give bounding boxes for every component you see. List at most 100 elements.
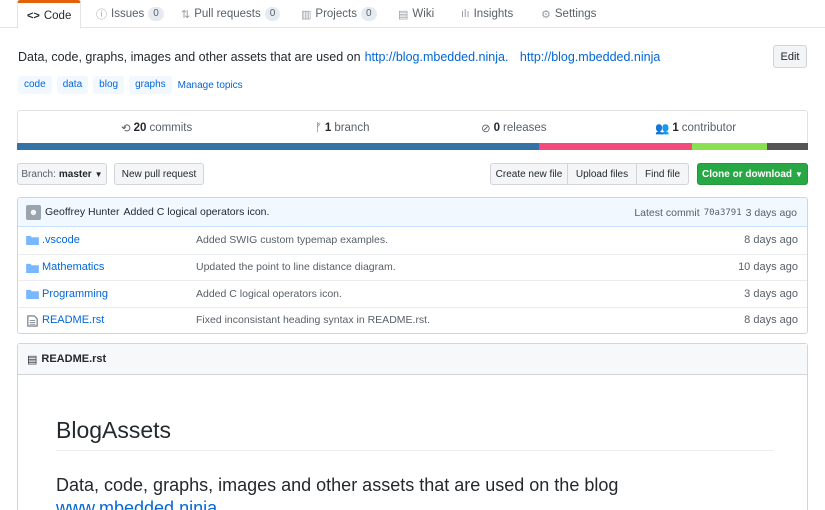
tab-settings[interactable]: ⚙ Settings: [541, 0, 596, 28]
releases-label: releases: [503, 121, 547, 134]
create-new-file-button[interactable]: Create new file: [490, 163, 568, 185]
folder-icon: [26, 235, 39, 245]
manage-topics-link[interactable]: Manage topics: [178, 80, 243, 91]
topic-tag[interactable]: code: [18, 76, 52, 94]
topics-list: code data blog graphs Manage topics: [18, 76, 243, 94]
branch-select-label: Branch:: [21, 168, 56, 180]
repo-nav-tabs: <> Code ⓘ Issues 0 ⇅ Pull requests 0 ▥ P…: [0, 0, 825, 29]
contributors-count: 1: [672, 121, 679, 134]
file-row: .vscode Added SWIG custom typemap example…: [18, 227, 807, 254]
counter-badge: 0: [264, 7, 281, 21]
tab-issues[interactable]: ⓘ Issues 0: [96, 0, 164, 28]
branch-select-button[interactable]: Branch: master ▼: [17, 163, 107, 185]
tab-label: Projects: [315, 8, 357, 20]
clone-label: Clone or download: [702, 168, 793, 180]
code-icon: <>: [27, 9, 40, 22]
tab-label: Issues: [111, 8, 145, 20]
commit-author[interactable]: Geoffrey Hunter: [45, 206, 120, 218]
file-row: Mathematics Updated the point to line dis…: [18, 253, 807, 281]
edit-button[interactable]: Edit: [773, 45, 807, 68]
commits-count: 20: [133, 121, 147, 134]
caret-down-icon: ▼: [94, 169, 103, 179]
issue-icon: ⓘ: [96, 9, 107, 21]
contributors-label: contributor: [681, 121, 737, 134]
description-link[interactable]: http://blog.mbedded.ninja.: [365, 50, 509, 64]
file-commit-message[interactable]: Fixed inconsistant heading syntax in REA…: [196, 314, 430, 326]
language-segment[interactable]: [17, 143, 540, 150]
book-icon: ▤: [398, 8, 409, 21]
graph-icon: ılı: [461, 8, 470, 20]
language-segment[interactable]: [539, 143, 692, 150]
tab-label: Pull requests: [194, 8, 261, 20]
commits-summary[interactable]: ⟲ 20 commits: [121, 111, 192, 144]
file-row: README.rst Fixed inconsistant heading syn…: [18, 306, 807, 334]
commit-sha[interactable]: 70a3791: [704, 208, 742, 218]
project-icon: ▥: [301, 8, 312, 21]
latest-commit-bar: ☻ Geoffrey Hunter Added C logical operat…: [18, 198, 807, 227]
tab-label: Code: [43, 9, 72, 22]
tab-label: Insights: [473, 8, 514, 20]
contributors-summary[interactable]: 👥 1 contributor: [655, 111, 736, 144]
topic-tag[interactable]: blog: [93, 76, 125, 94]
tag-icon: ⊘: [481, 122, 491, 135]
new-pull-request-button[interactable]: New pull request: [114, 163, 204, 185]
tab-insights[interactable]: ılı Insights: [461, 0, 513, 28]
readme-subtitle-link[interactable]: www.mbedded.ninja: [56, 497, 618, 510]
releases-count: 0: [493, 121, 501, 134]
branch-name: master: [58, 168, 92, 180]
readme-filename: README.rst: [41, 353, 107, 365]
upload-files-button[interactable]: Upload files: [567, 163, 637, 185]
branch-summary[interactable]: ᚠ 1 branch: [315, 111, 369, 144]
caret-down-icon: ▼: [795, 169, 803, 179]
website-link[interactable]: http://blog.mbedded.ninja: [520, 50, 660, 64]
counter-badge: 0: [148, 7, 164, 21]
gear-icon: ⚙: [541, 8, 551, 21]
file-icon: [27, 314, 38, 327]
commit-message[interactable]: Added C logical operators icon.: [124, 206, 270, 218]
repo-description: Data, code, graphs, images and other ass…: [18, 50, 660, 64]
pull-request-icon: ⇅: [181, 8, 191, 21]
tab-projects[interactable]: ▥ Projects 0: [301, 0, 377, 28]
book-icon: ▤: [27, 353, 38, 366]
readme-header: ▤ README.rst: [18, 344, 807, 375]
file-commit-message[interactable]: Added SWIG custom typemap examples.: [196, 234, 388, 246]
commit-age: 3 days ago: [745, 206, 797, 219]
counter-badge: 0: [360, 7, 377, 21]
file-name-link[interactable]: .vscode: [42, 234, 80, 246]
file-list: ☻ Geoffrey Hunter Added C logical operat…: [17, 197, 808, 334]
commits-label: commits: [149, 121, 193, 134]
folder-icon: [26, 263, 39, 273]
branch-count: 1: [324, 121, 332, 134]
topic-tag[interactable]: data: [56, 76, 89, 94]
language-segment[interactable]: [766, 143, 808, 150]
tab-pull-requests[interactable]: ⇅ Pull requests 0: [181, 0, 281, 28]
readme-subtitle-text: Data, code, graphs, images and other ass…: [56, 475, 619, 495]
branch-icon: ᚠ: [315, 121, 322, 134]
branch-label: branch: [334, 121, 370, 134]
clone-download-button[interactable]: Clone or download ▼: [697, 163, 808, 185]
latest-commit-info: Latest commit 70a3791 3 days ago: [634, 198, 797, 227]
file-name-link[interactable]: Programming: [42, 288, 108, 300]
readme-subtitle: Data, code, graphs, images and other ass…: [56, 474, 618, 510]
file-commit-message[interactable]: Updated the point to line distance diagr…: [196, 261, 396, 273]
file-age: 8 days ago: [744, 234, 798, 247]
language-bar[interactable]: [17, 143, 808, 150]
numbers-summary: ⟲ 20 commits ᚠ 1 branch ⊘ 0 releases 👥 1…: [17, 110, 808, 143]
latest-commit-label: Latest commit: [634, 206, 700, 219]
file-name-link[interactable]: README.rst: [42, 314, 104, 326]
tab-label: Settings: [554, 8, 597, 20]
releases-summary[interactable]: ⊘ 0 releases: [481, 111, 547, 144]
tab-label: Wiki: [412, 8, 435, 20]
avatar[interactable]: ☻: [26, 204, 41, 220]
tab-code[interactable]: <> Code: [17, 0, 82, 29]
readme-panel: ▤ README.rst BlogAssets Data, code, grap…: [17, 343, 808, 510]
find-file-button[interactable]: Find file: [636, 163, 689, 185]
file-navigation: Branch: master ▼ New pull request Create…: [17, 163, 808, 185]
file-name-link[interactable]: Mathematics: [42, 261, 104, 273]
history-icon: ⟲: [121, 122, 131, 135]
language-segment[interactable]: [691, 143, 767, 150]
file-row: Programming Added C logical operators ico…: [18, 280, 807, 307]
topic-tag[interactable]: graphs: [129, 76, 172, 94]
file-commit-message[interactable]: Added C logical operators icon.: [196, 288, 342, 300]
tab-wiki[interactable]: ▤ Wiki: [398, 0, 434, 28]
